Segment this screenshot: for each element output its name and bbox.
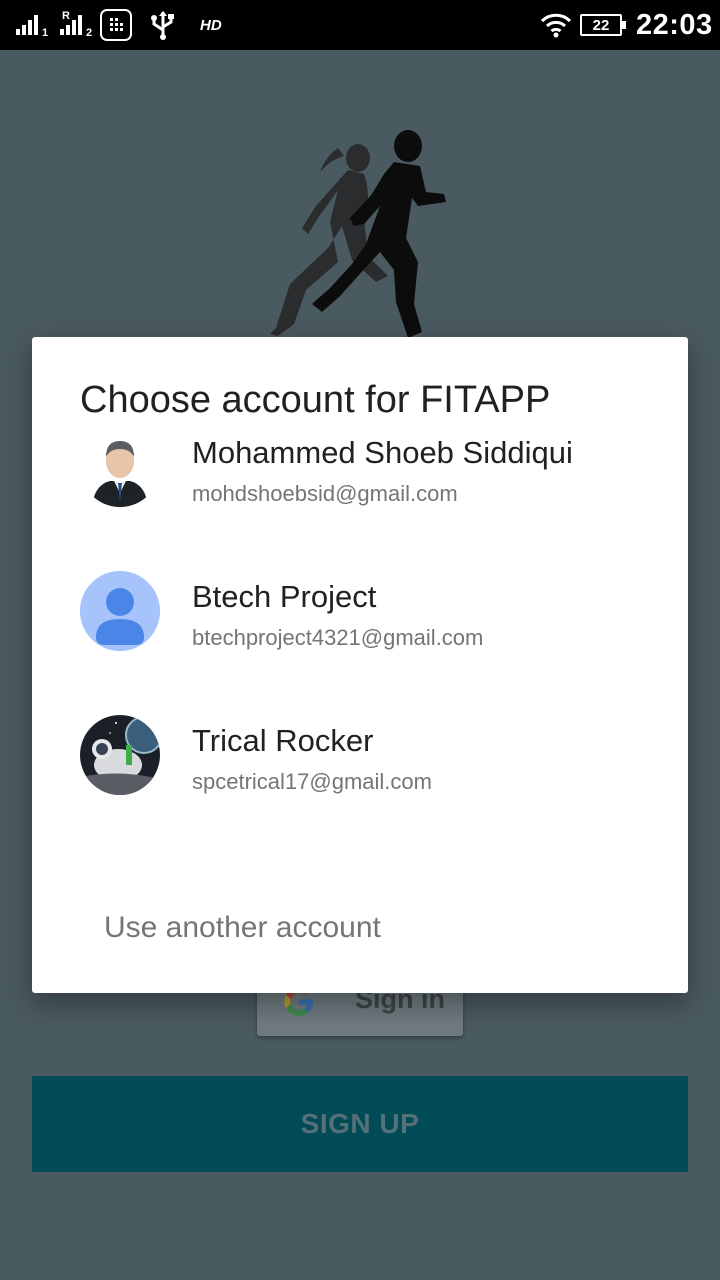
wifi-icon xyxy=(540,0,572,50)
sim2-label: 2 xyxy=(86,27,93,39)
battery-level: 22 xyxy=(592,16,610,34)
default-person-avatar-icon xyxy=(80,571,160,651)
roaming-indicator: R xyxy=(62,10,70,22)
runners-logo-icon xyxy=(268,126,452,340)
account-email: btechproject4321@gmail.com xyxy=(192,625,484,650)
signal-sim2-icon: R 2 xyxy=(60,0,92,50)
account-item[interactable]: Mohammed Shoeb Siddiqui mohdshoebsid@gma… xyxy=(32,407,688,527)
astronaut-avatar-icon xyxy=(80,715,160,795)
sign-up-button[interactable]: SIGN UP xyxy=(32,1076,688,1172)
account-item[interactable]: Trical Rocker spcetrical17@gmail.com xyxy=(32,695,688,815)
clock: 22:03 xyxy=(636,8,713,41)
usb-icon xyxy=(150,0,176,50)
sign-up-label: SIGN UP xyxy=(300,1108,420,1139)
account-email: spcetrical17@gmail.com xyxy=(192,769,432,794)
status-bar: 1 R 2 HD 22 22:03 xyxy=(0,0,720,50)
account-email: mohdshoebsid@gmail.com xyxy=(192,481,458,506)
signal-sim1-icon: 1 xyxy=(16,0,48,50)
hd-voice-badge: HD xyxy=(200,16,222,34)
battery-icon: 22 xyxy=(580,0,626,50)
account-name: Trical Rocker xyxy=(192,723,374,758)
account-item[interactable]: Btech Project btechproject4321@gmail.com xyxy=(32,551,688,671)
account-name: Mohammed Shoeb Siddiqui xyxy=(192,435,573,470)
businessman-avatar-icon xyxy=(80,427,160,507)
sim-card-icon xyxy=(100,0,132,50)
account-name: Btech Project xyxy=(192,579,377,614)
sim1-label: 1 xyxy=(42,27,49,39)
use-another-account-button[interactable]: Use another account xyxy=(104,911,381,945)
